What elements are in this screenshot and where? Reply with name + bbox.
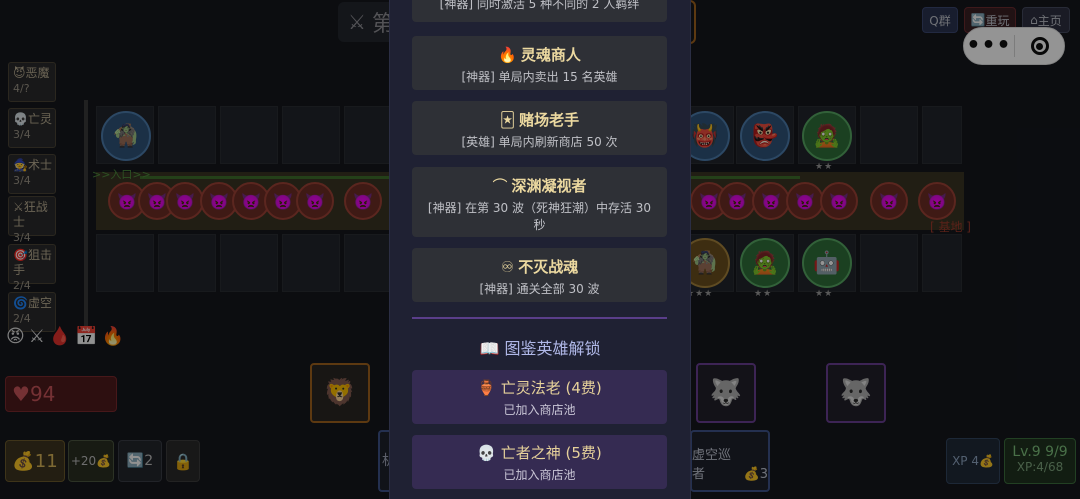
unlock-section-label: 图鉴英雄解锁 <box>504 339 601 358</box>
achievement-desc: [神器] 同时激活 5 种不同的 2 人羁绊 <box>439 0 640 11</box>
achievement-card: 🃏 赌场老手 [英雄] 单局内刷新商店 50 次 <box>412 101 667 155</box>
unlock-status: 已加入商店池 <box>503 403 576 417</box>
infinity-icon: ♾ <box>500 258 515 276</box>
unlock-section-title: 📖 图鉴英雄解锁 <box>390 335 690 359</box>
achievement-title: 深渊凝视者 <box>511 177 587 195</box>
book-icon: 📖 <box>479 339 500 358</box>
section-divider <box>412 317 667 319</box>
achievement-title: 灵魂商人 <box>520 46 581 64</box>
achievement-card: ♾ 不灭战魂 [神器] 通关全部 30 波 <box>412 248 667 302</box>
achievement-title: 赌场老手 <box>519 111 580 129</box>
achievement-desc: [神器] 在第 30 波（死神狂潮）中存活 30 秒 <box>427 201 652 232</box>
skull-icon: 💀 <box>477 444 496 462</box>
unlock-card: 🏺 亡灵法老 (4费) 已加入商店池 <box>412 370 667 424</box>
unlock-status: 已加入商店池 <box>503 468 576 482</box>
achievement-card: ⌒ 深渊凝视者 [神器] 在第 30 波（死神狂潮）中存活 30 秒 <box>412 167 667 237</box>
urn-icon: 🏺 <box>477 379 496 397</box>
achievement-desc: [神器] 通关全部 30 波 <box>479 282 600 296</box>
achievement-desc: [英雄] 单局内刷新商店 50 次 <box>461 135 618 149</box>
unlock-card: 💀 亡者之神 (5费) 已加入商店池 <box>412 435 667 489</box>
fire-icon: 🔥 <box>498 46 517 64</box>
playing-card-icon: 🃏 <box>499 111 516 129</box>
abyss-eye-icon: ⌒ <box>492 177 508 195</box>
unlock-title: 亡灵法老 (4费) <box>500 379 602 397</box>
achievement-desc: [神器] 单局内卖出 15 名英雄 <box>461 70 618 84</box>
unlock-title: 亡者之神 (5费) <box>500 444 602 462</box>
achievement-card: [神器] 同时激活 5 种不同的 2 人羁绊 <box>412 0 667 22</box>
achievement-title: 不灭战魂 <box>518 258 579 276</box>
achievement-card: 🔥 灵魂商人 [神器] 单局内卖出 15 名英雄 <box>412 36 667 90</box>
achievements-panel: [神器] 同时激活 5 种不同的 2 人羁绊 🔥 灵魂商人 [神器] 单局内卖出 … <box>390 0 690 499</box>
